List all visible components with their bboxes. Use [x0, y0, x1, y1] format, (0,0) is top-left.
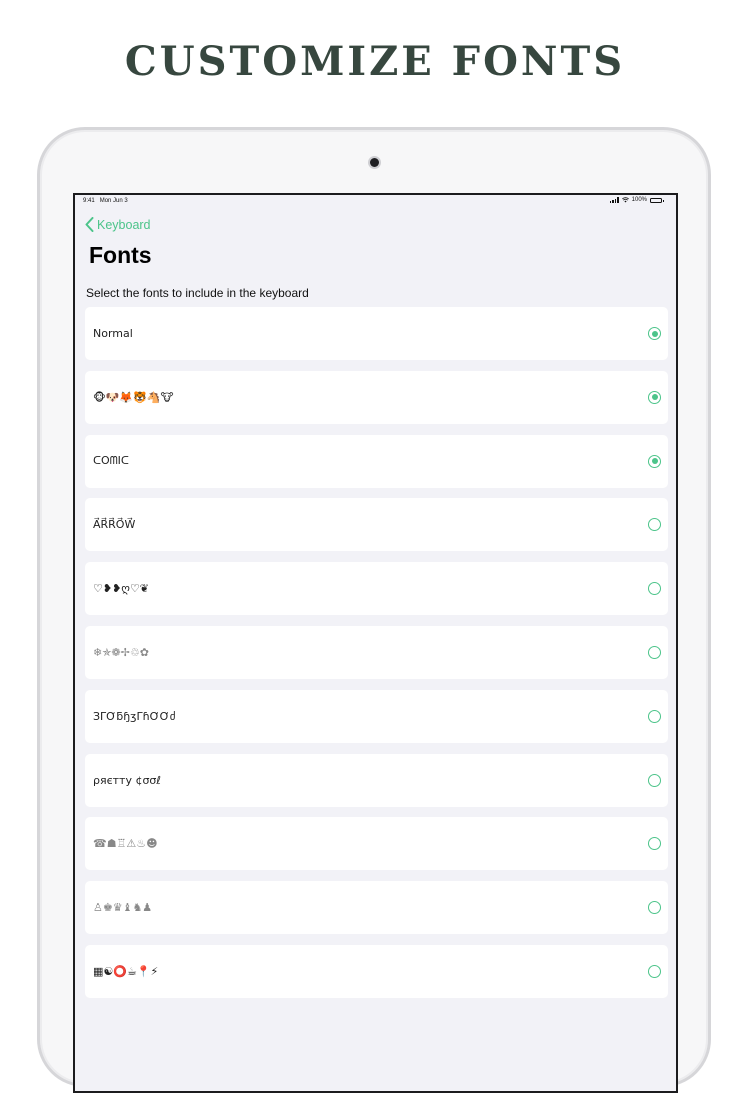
radio-checked-icon[interactable]	[648, 390, 661, 404]
font-option[interactable]: Normal	[85, 307, 668, 360]
font-option-label: ❄✯❁✢♲✿	[93, 645, 149, 659]
back-button[interactable]: Keyboard	[85, 217, 151, 232]
font-option[interactable]: ❄✯❁✢♲✿	[85, 625, 668, 679]
chevron-left-icon	[85, 217, 94, 232]
status-indicators: 100%	[609, 197, 664, 203]
status-bar: 9:41 Mon Jun 3 100%	[75, 195, 676, 209]
font-option-label: ρяєтту ¢σσℓ	[93, 773, 161, 787]
radio-unchecked-icon[interactable]	[648, 837, 661, 851]
app-screen: 9:41 Mon Jun 3 100% Keyboard Fonts Selec…	[73, 193, 678, 1093]
section-header: Select the fonts to include in the keybo…	[86, 286, 309, 300]
font-option-label: ♙♚♛♝♞♟	[93, 901, 153, 915]
radio-unchecked-icon[interactable]	[648, 645, 661, 659]
font-option-label: ▦☯⭕☕📍⚡	[93, 964, 159, 978]
wifi-icon	[621, 197, 629, 203]
tablet-frame: 9:41 Mon Jun 3 100% Keyboard Fonts Selec…	[37, 127, 711, 1093]
radio-unchecked-icon[interactable]	[648, 773, 661, 787]
font-option-label: ☎☗♖⚠♨☻	[93, 837, 158, 851]
radio-unchecked-icon[interactable]	[648, 901, 661, 915]
status-date-value: Mon Jun 3	[99, 198, 128, 204]
font-option[interactable]: A⃗R⃗R⃗O⃗W⃗	[85, 498, 668, 552]
font-option[interactable]: ЗᒥƠƃɧʒᒥɦƠƠძ	[85, 689, 668, 743]
font-option-label: A⃗R⃗R⃗O⃗W⃗	[93, 518, 136, 532]
battery-icon	[650, 197, 664, 203]
font-option-label: ᑕOᗰIᑕ	[93, 454, 129, 468]
font-option-label: ЗᒥƠƃɧʒᒥɦƠƠძ	[93, 709, 176, 723]
radio-checked-icon[interactable]	[648, 327, 661, 340]
radio-unchecked-icon[interactable]	[648, 582, 661, 596]
font-option[interactable]: ▦☯⭕☕📍⚡	[85, 944, 668, 998]
font-option[interactable]: ♡❥❥ღ♡❦	[85, 562, 668, 616]
front-camera	[370, 158, 379, 167]
font-option[interactable]: ρяєтту ¢σσℓ	[85, 753, 668, 807]
status-time-value: 9:41	[83, 198, 95, 204]
font-option-label: ♡❥❥ღ♡❦	[93, 582, 150, 596]
radio-unchecked-icon[interactable]	[648, 964, 661, 978]
battery-percentage: 100%	[631, 197, 647, 203]
cellular-signal-icon	[609, 197, 619, 203]
back-button-label: Keyboard	[97, 217, 151, 232]
font-option[interactable]: ᑕOᗰIᑕ	[85, 434, 668, 488]
font-option-label: 🐵🐶🦊🐯🐴🐮	[93, 390, 174, 404]
radio-unchecked-icon[interactable]	[648, 709, 661, 723]
status-time: 9:41 Mon Jun 3	[83, 198, 128, 204]
promo-title: CUSTOMIZE FONTS	[124, 38, 626, 85]
font-option-label: Normal	[93, 327, 133, 340]
font-option[interactable]: ♙♚♛♝♞♟	[85, 881, 668, 935]
font-option[interactable]: 🐵🐶🦊🐯🐴🐮	[85, 370, 668, 424]
page-title: Fonts	[89, 242, 152, 268]
font-option[interactable]: ☎☗♖⚠♨☻	[85, 817, 668, 871]
font-list: Normal 🐵🐶🦊🐯🐴🐮 ᑕOᗰIᑕ A⃗R⃗R⃗O⃗W⃗ ♡❥❥ღ♡❦ ❄✯…	[85, 307, 668, 1009]
radio-checked-icon[interactable]	[648, 454, 661, 468]
radio-unchecked-icon[interactable]	[648, 518, 661, 532]
